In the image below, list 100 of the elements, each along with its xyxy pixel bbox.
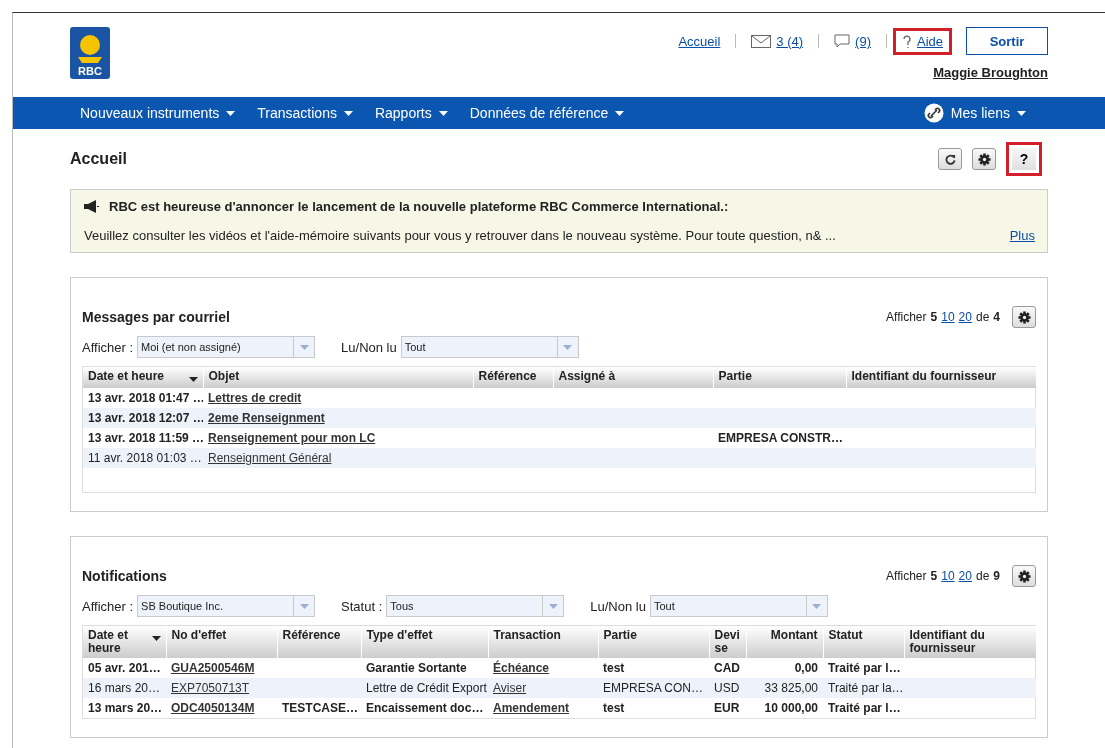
pager-label: de: [975, 569, 990, 583]
column-header[interactable]: Statut: [823, 626, 904, 658]
column-header[interactable]: Identifiant du fournisseur: [846, 367, 1036, 388]
table-cell: 13 avr. 2018 12:07 …: [88, 411, 203, 425]
page-size-link[interactable]: 10: [941, 310, 955, 324]
table-cell: 10 000,00: [764, 701, 818, 715]
my-links-menu[interactable]: Mes liens: [923, 103, 1026, 123]
mail-icon: [751, 34, 772, 48]
filter-label: Statut :: [341, 598, 383, 614]
settings-button[interactable]: [972, 148, 996, 170]
header-link[interactable]: Aide: [892, 27, 952, 55]
megaphone-icon: [83, 200, 99, 213]
table-cell: EMPRESA CON…: [603, 681, 704, 695]
column-header[interactable]: Partie: [713, 367, 846, 388]
table-cell: 11 avr. 2018 01:03 …: [88, 451, 202, 465]
caret-icon: [343, 110, 353, 116]
help-icon: [901, 33, 912, 49]
table-cell: Encaissement doc…: [366, 701, 484, 715]
page-size-option[interactable]: 5: [930, 569, 938, 583]
table-cell: EUR: [714, 701, 740, 715]
item-link[interactable]: Renseignement pour mon LC: [208, 431, 376, 445]
table-cell: Traité par l…: [828, 661, 901, 675]
column-header[interactable]: Date et heure: [83, 626, 166, 658]
gear-icon: [1017, 569, 1031, 583]
settings-button[interactable]: [1012, 565, 1036, 587]
header-link[interactable]: Accueil: [669, 27, 730, 55]
page-size-link[interactable]: 10: [941, 569, 955, 583]
column-header[interactable]: Devi se: [709, 626, 746, 658]
item-link[interactable]: Échéance: [493, 661, 550, 675]
table-cell: 13 avr. 2018 01:47 …: [88, 391, 203, 405]
user-name[interactable]: Maggie Broughton: [933, 65, 1048, 80]
filter-label: Lu/Non lu: [590, 598, 646, 614]
pager-label: de: [975, 310, 990, 324]
column-header[interactable]: Objet: [203, 367, 473, 388]
table-cell: Lettre de Crédit Export: [366, 681, 487, 695]
nav-menu[interactable]: Rapports: [374, 105, 448, 121]
gear-icon: [977, 152, 991, 166]
table-cell: 0,00: [794, 661, 818, 675]
nav-menu[interactable]: Données de référence: [469, 105, 625, 121]
column-header[interactable]: Transaction: [488, 626, 598, 658]
column-header[interactable]: No d'effet: [166, 626, 277, 658]
item-link[interactable]: ODC4050134M: [171, 701, 255, 715]
header-link[interactable]: 3 (4): [742, 27, 813, 55]
nav-menu[interactable]: Transactions: [257, 105, 353, 121]
item-link[interactable]: Amendement: [493, 701, 569, 715]
table-cell: 05 avr. 201…: [88, 661, 161, 675]
table-cell: CAD: [714, 661, 740, 675]
nav-menu[interactable]: Nouveaux instruments: [80, 105, 236, 121]
pager-label: Afficher: [886, 569, 927, 583]
table-cell: Traité par l…: [828, 701, 901, 715]
caret-icon: [226, 110, 236, 116]
filter-label: Afficher :: [82, 339, 134, 355]
more-link[interactable]: Plus: [1009, 228, 1035, 243]
page-title: Accueil: [70, 150, 127, 168]
chat-icon: [834, 34, 851, 48]
column-header[interactable]: Date et heure: [83, 367, 203, 388]
page-size-link[interactable]: 20: [958, 569, 972, 583]
sort-icon: [151, 636, 161, 641]
filter-label: Lu/Non lu: [341, 339, 397, 355]
table-cell: EMPRESA CONSTR…: [718, 431, 843, 445]
column-header[interactable]: Identifiant du fournisseur: [904, 626, 1036, 658]
filter-dropdown[interactable]: Tout: [649, 595, 828, 617]
page-size-option[interactable]: 5: [930, 310, 938, 324]
column-header[interactable]: Type d'effet: [361, 626, 488, 658]
column-header[interactable]: Partie: [598, 626, 709, 658]
help-button[interactable]: ?: [1006, 142, 1042, 176]
caret-icon: [299, 344, 309, 350]
caret-icon: [1017, 110, 1026, 116]
filter-dropdown[interactable]: Tout: [400, 336, 579, 358]
table-cell: TESTCASE…: [282, 701, 358, 715]
refresh-button[interactable]: [938, 148, 962, 170]
filter-dropdown[interactable]: SB Boutique Inc.: [137, 595, 316, 617]
table-cell: Garantie Sortante: [366, 661, 467, 675]
announcement-title: RBC est heureuse d'annoncer le lancement de la nouvelle plateforme RBC Commerce International.:: [109, 199, 729, 214]
table-cell: 16 mars 20…: [88, 681, 161, 695]
filter-dropdown[interactable]: Tous: [386, 595, 565, 617]
table-cell: USD: [714, 681, 740, 695]
caret-icon: [563, 344, 573, 350]
gear-icon: [1017, 310, 1031, 324]
logout-button[interactable]: Sortir: [966, 27, 1048, 55]
bank-logo: RBC: [70, 27, 110, 79]
panel-title: Messages par courriel: [82, 309, 230, 325]
caret-icon: [438, 110, 448, 116]
item-link[interactable]: GUA2500546M: [171, 661, 255, 675]
pager-label: Afficher: [886, 310, 927, 324]
page-size-link[interactable]: 20: [958, 310, 972, 324]
column-header[interactable]: Montant: [746, 626, 823, 658]
column-header[interactable]: Référence: [277, 626, 361, 658]
caret-icon: [615, 110, 625, 116]
item-link[interactable]: Lettres de credit: [208, 391, 302, 405]
filter-dropdown[interactable]: Moi (et non assigné): [137, 336, 316, 358]
filter-label: Afficher :: [82, 598, 134, 614]
header-link[interactable]: (9): [825, 27, 880, 55]
table-cell: 33 825,00: [764, 681, 818, 695]
column-header[interactable]: Référence: [473, 367, 553, 388]
table-cell: test: [603, 701, 625, 715]
settings-button[interactable]: [1012, 306, 1036, 328]
column-header[interactable]: Assigné à: [553, 367, 713, 388]
link-icon: [923, 103, 944, 123]
caret-icon: [548, 603, 558, 609]
